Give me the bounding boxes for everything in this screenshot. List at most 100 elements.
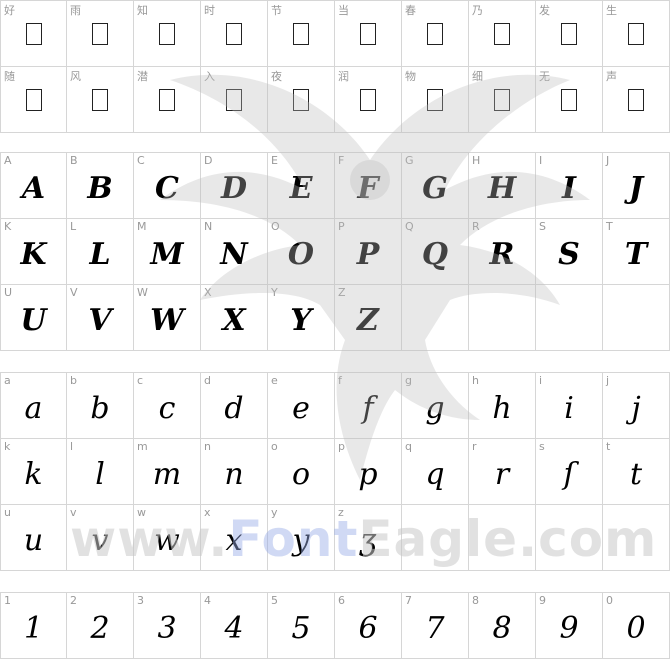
glyph-label: 生 (606, 4, 617, 17)
glyph-sample: P (356, 237, 380, 272)
glyph-cell: 乃 (469, 1, 536, 67)
glyph-cell: 细 (469, 67, 536, 133)
missing-glyph-box-icon (494, 89, 510, 111)
glyph-cell: dd (201, 373, 268, 439)
empty-cell (536, 285, 603, 351)
glyph-label: s (539, 440, 545, 453)
missing-glyph-box-icon (360, 89, 376, 111)
glyph-sample: 0 (626, 611, 646, 646)
glyph-label: S (539, 220, 546, 233)
glyph-label: 当 (338, 4, 349, 17)
glyph-cell: MM (134, 219, 201, 285)
glyph-sample: S (558, 237, 580, 272)
glyph-label: N (204, 220, 213, 233)
glyph-label: f (338, 374, 342, 387)
glyph-sample: 4 (224, 611, 244, 646)
glyph-label: B (70, 154, 78, 167)
glyph-sample: g (425, 391, 445, 426)
glyph-label: 0 (606, 594, 613, 607)
glyph-label: U (4, 286, 13, 299)
glyph-cell: JJ (603, 153, 670, 219)
glyph-label: 6 (338, 594, 345, 607)
glyph-label: y (271, 506, 278, 519)
glyph-label: z (338, 506, 344, 519)
missing-glyph-box-icon (561, 89, 577, 111)
glyph-label: P (338, 220, 345, 233)
glyph-cell: xx (201, 505, 268, 571)
glyph-cell: 无 (536, 67, 603, 133)
glyph-label: e (271, 374, 278, 387)
glyph-cell: zʒ (335, 505, 402, 571)
cjk-sample-grid: 好 雨 知 时 节 当 春 乃 发 生随 风 潜 入 夜 润 物 细 无 声 (0, 0, 670, 133)
glyph-cell: ll (67, 439, 134, 505)
glyph-label: R (472, 220, 480, 233)
glyph-cell: 44 (201, 593, 268, 659)
glyph-label: O (271, 220, 280, 233)
glyph-cell: ii (536, 373, 603, 439)
glyph-sample: 7 (425, 611, 445, 646)
glyph-cell: 00 (603, 593, 670, 659)
missing-glyph-box-icon (293, 89, 309, 111)
glyph-sample: Z (357, 303, 379, 338)
glyph-cell: ee (268, 373, 335, 439)
glyph-label: 声 (606, 70, 617, 83)
missing-glyph-box-icon (226, 23, 242, 45)
glyph-label: w (137, 506, 146, 519)
glyph-label: a (4, 374, 11, 387)
glyph-cell: 77 (402, 593, 469, 659)
empty-cell (402, 505, 469, 571)
glyph-sample: k (24, 457, 43, 492)
glyph-cell: bb (67, 373, 134, 439)
missing-glyph-box-icon (159, 23, 175, 45)
glyph-label: p (338, 440, 345, 453)
glyph-cell: 风 (67, 67, 134, 133)
glyph-sample: 9 (559, 611, 579, 646)
empty-cell (469, 505, 536, 571)
glyph-cell: OO (268, 219, 335, 285)
glyph-cell: uu (0, 505, 67, 571)
glyph-label: G (405, 154, 414, 167)
glyph-label: 节 (271, 4, 282, 17)
glyph-sample: 8 (492, 611, 512, 646)
glyph-cell: 33 (134, 593, 201, 659)
glyph-cell: 当 (335, 1, 402, 67)
missing-glyph-box-icon (427, 23, 443, 45)
glyph-sample: n (224, 457, 244, 492)
glyph-label: r (472, 440, 477, 453)
glyph-label: k (4, 440, 11, 453)
glyph-cell: ww (134, 505, 201, 571)
glyph-sample: u (23, 523, 44, 558)
glyph-cell: 雨 (67, 1, 134, 67)
glyph-sample: i (564, 391, 574, 426)
glyph-label: 9 (539, 594, 546, 607)
glyph-label: 风 (70, 70, 81, 83)
glyph-label: 细 (472, 70, 483, 83)
glyph-sample: c (158, 391, 176, 426)
empty-cell (469, 285, 536, 351)
glyph-label: n (204, 440, 211, 453)
glyph-label: L (70, 220, 77, 233)
glyph-cell: AA (0, 153, 67, 219)
glyph-cell: VV (67, 285, 134, 351)
glyph-label: C (137, 154, 145, 167)
glyph-sample: A (21, 171, 46, 206)
glyph-sample: U (20, 303, 47, 338)
glyph-cell: EE (268, 153, 335, 219)
glyph-sample: e (292, 391, 310, 426)
glyph-label: 好 (4, 4, 15, 17)
glyph-sample: x (225, 523, 243, 558)
glyph-sample: j (631, 391, 641, 426)
empty-cell (603, 285, 670, 351)
empty-cell (536, 505, 603, 571)
glyph-sample: 6 (358, 611, 378, 646)
glyph-cell: GG (402, 153, 469, 219)
glyph-cell: YY (268, 285, 335, 351)
glyph-label: o (271, 440, 278, 453)
glyph-sample: W (150, 303, 184, 338)
glyph-sample: t (629, 457, 643, 492)
glyph-label: 春 (405, 4, 416, 17)
glyph-label: c (137, 374, 144, 387)
glyph-label: I (539, 154, 543, 167)
glyph-cell: 55 (268, 593, 335, 659)
glyph-label: 乃 (472, 4, 483, 17)
